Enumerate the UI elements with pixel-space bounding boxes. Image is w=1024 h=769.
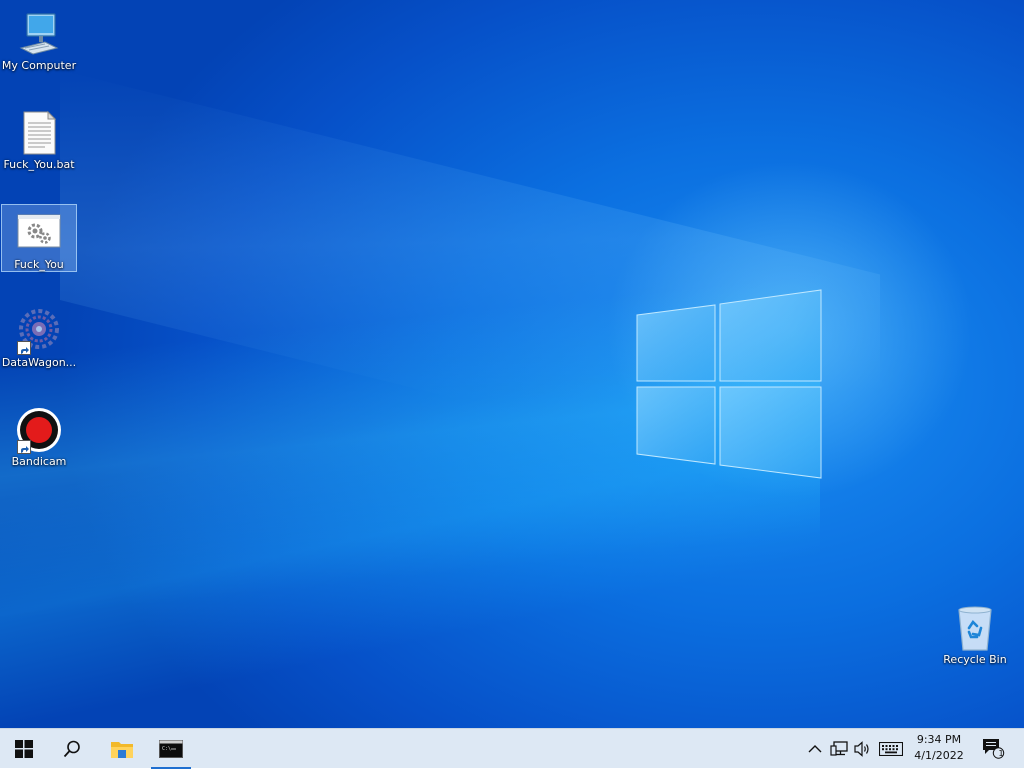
input-indicator-button[interactable] <box>878 739 904 759</box>
network-icon <box>830 741 848 756</box>
application-icon <box>15 209 63 257</box>
network-button[interactable] <box>829 739 849 759</box>
desktop-icon-label: My Computer <box>1 59 77 72</box>
desktop-icon-recycle-bin[interactable]: Recycle Bin <box>937 600 1013 667</box>
notification-count-badge: 1 <box>998 749 1004 758</box>
desktop-icon-label: Recycle Bin <box>943 653 1007 666</box>
taskbar: C:\ 9:34 PM 4/1/2022 1 <box>0 728 1024 769</box>
folder-icon <box>111 742 133 758</box>
clock[interactable]: 9:34 PM 4/1/2022 <box>906 732 972 764</box>
search-button[interactable] <box>48 729 96 769</box>
desktop-icon-my-computer[interactable]: My Computer <box>1 6 77 73</box>
windows-start-icon <box>15 740 33 758</box>
desktop-icon-label: DataWagon... <box>1 356 77 369</box>
volume-icon <box>854 741 869 757</box>
datawagon-icon <box>15 307 63 355</box>
clock-date: 4/1/2022 <box>914 749 964 762</box>
desktop-icon-label: Fuck_You.bat <box>3 158 75 171</box>
volume-button[interactable] <box>853 739 873 759</box>
action-center-button[interactable]: 1 <box>981 738 1005 759</box>
terminal-icon: C:\ <box>159 740 183 758</box>
desktop-icon-batch-file[interactable]: Fuck_You.bat <box>1 105 77 172</box>
desktop-icon-label: Bandicam <box>11 455 67 468</box>
command-prompt-button[interactable]: C:\ <box>147 729 195 769</box>
windows-wallpaper-logo <box>636 289 822 479</box>
show-hidden-icons-button[interactable] <box>805 739 825 759</box>
search-icon <box>63 740 80 758</box>
chevron-up-icon <box>808 745 822 753</box>
start-button[interactable] <box>0 729 48 769</box>
desktop-icon-datawagon[interactable]: DataWagon... <box>1 303 77 370</box>
clock-time: 9:34 PM <box>916 733 962 746</box>
desktop-icon-label: Fuck_You <box>14 258 64 271</box>
shortcut-arrow-icon <box>17 440 31 454</box>
computer-icon <box>15 10 63 58</box>
recycle-bin-icon <box>951 604 999 652</box>
file-explorer-button[interactable] <box>98 729 146 769</box>
desktop[interactable]: My Computer Fuck_You.bat Fuck_You DataWa… <box>0 0 1024 728</box>
svg-text:C:\: C:\ <box>162 746 171 752</box>
keyboard-icon <box>879 742 903 756</box>
desktop-icon-bandicam[interactable]: Bandicam <box>1 402 77 469</box>
desktop-icon-application[interactable]: Fuck_You <box>1 204 77 272</box>
shortcut-arrow-icon <box>17 341 31 355</box>
batch-file-icon <box>15 109 63 157</box>
bandicam-icon <box>15 406 63 454</box>
